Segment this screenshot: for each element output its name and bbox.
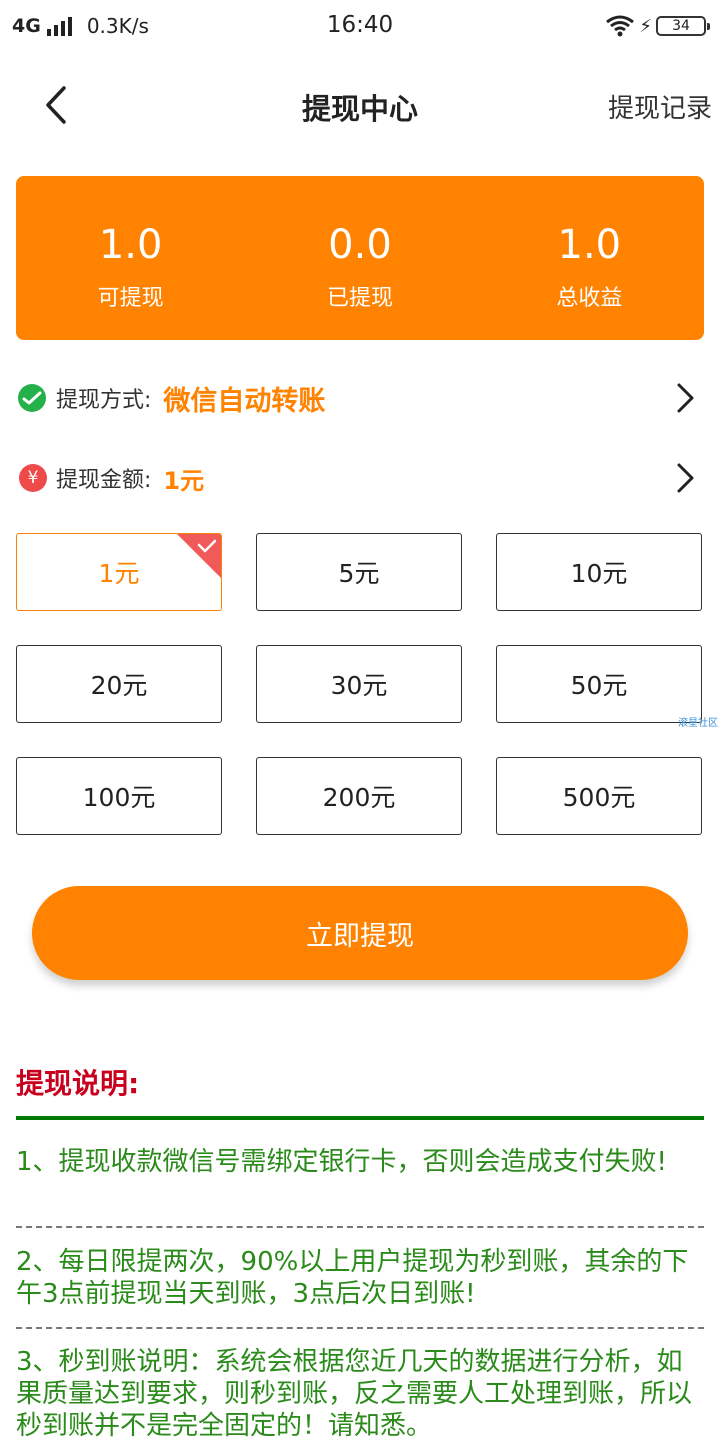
wifi-icon <box>606 15 635 37</box>
amount-option-500[interactable]: 500元 <box>496 757 702 835</box>
withdraw-amount-value: 1元 <box>163 466 205 495</box>
amount-option-label: 20元 <box>90 671 148 700</box>
amount-option-label: 5元 <box>338 559 380 588</box>
yuan-icon: ¥ <box>19 464 47 492</box>
selected-check-icon <box>177 534 221 578</box>
wechat-pay-icon <box>16 382 48 414</box>
withdraw-now-button[interactable]: 立即提现 <box>32 886 688 980</box>
withdraw-history-link[interactable]: 提现记录 <box>608 88 712 125</box>
yuan-icon-wrap: ¥ <box>16 462 48 494</box>
charging-icon: ⚡ <box>639 15 652 37</box>
total-earnings: 1.0 <box>557 222 622 268</box>
withdrawn-label: 已提现 <box>326 286 393 311</box>
status-right: ⚡ 34 <box>605 12 710 40</box>
withdraw-method-value: 微信自动转账 <box>163 385 326 417</box>
amount-option-5[interactable]: 5元 <box>256 533 462 611</box>
chevron-left-icon <box>46 86 66 124</box>
summary-available: 1.0 可提现 <box>16 176 245 340</box>
amount-option-30[interactable]: 30元 <box>256 645 462 723</box>
available-amount: 1.0 <box>98 222 163 268</box>
notes-title: 提现说明: <box>16 1067 140 1100</box>
available-label: 可提现 <box>97 286 164 311</box>
amount-option-1[interactable]: 1元 <box>16 533 222 611</box>
summary-total: 1.0 总收益 <box>475 176 704 340</box>
notes-divider <box>16 1116 704 1120</box>
note-separator <box>16 1327 704 1329</box>
battery-icon: 34 <box>656 16 710 36</box>
amount-option-label: 500元 <box>562 783 636 812</box>
note-item-1: 1、提现收款微信号需绑定银行卡，否则会造成支付失败! <box>16 1147 667 1177</box>
note-item-2: 2、每日限提两次，90%以上用户提现为秒到账，其余的下午3点前提现当天到账，3点… <box>16 1247 689 1309</box>
amount-option-20[interactable]: 20元 <box>16 645 222 723</box>
amount-option-label: 200元 <box>322 783 396 812</box>
amount-option-label: 10元 <box>570 559 628 588</box>
amount-option-label: 30元 <box>330 671 388 700</box>
amount-option-label: 50元 <box>570 671 628 700</box>
summary-withdrawn: 0.0 已提现 <box>245 176 474 340</box>
battery-level: 34 <box>672 18 690 34</box>
amount-option-10[interactable]: 10元 <box>496 533 702 611</box>
watermark-text: 滚星社区 <box>678 718 718 729</box>
amount-option-label: 1元 <box>98 559 140 588</box>
amount-option-100[interactable]: 100元 <box>16 757 222 835</box>
status-bar: 4G 0.3K/s 16:40 ⚡ 34 <box>0 0 720 52</box>
total-earnings-label: 总收益 <box>556 286 623 311</box>
withdraw-center-page: 4G 0.3K/s 16:40 ⚡ 34 提现中心 提现记录 1.0 可提现 0… <box>0 0 720 1440</box>
note-separator <box>16 1226 704 1228</box>
withdrawn-amount: 0.0 <box>328 222 392 268</box>
note-item-3: 3、秒到账说明：系统会根据您近几天的数据进行分析，如果质量达到要求，则秒到账，反… <box>16 1347 693 1440</box>
withdraw-method-row[interactable]: 提现方式: 微信自动转账 <box>16 368 704 428</box>
withdraw-method-label: 提现方式: <box>56 388 152 413</box>
amount-option-200[interactable]: 200元 <box>256 757 462 835</box>
withdraw-amount-label: 提现金额: <box>56 468 152 493</box>
chevron-right-icon <box>677 463 694 493</box>
back-button[interactable] <box>38 82 78 128</box>
nav-bar: 提现中心 提现记录 <box>0 62 720 148</box>
withdraw-amount-row[interactable]: ¥ 提现金额: 1元 <box>16 448 704 508</box>
balance-summary-card: 1.0 可提现 0.0 已提现 1.0 总收益 <box>16 176 704 340</box>
chevron-right-icon <box>677 383 694 413</box>
amount-option-50[interactable]: 50元 <box>496 645 702 723</box>
amount-option-label: 100元 <box>82 783 156 812</box>
